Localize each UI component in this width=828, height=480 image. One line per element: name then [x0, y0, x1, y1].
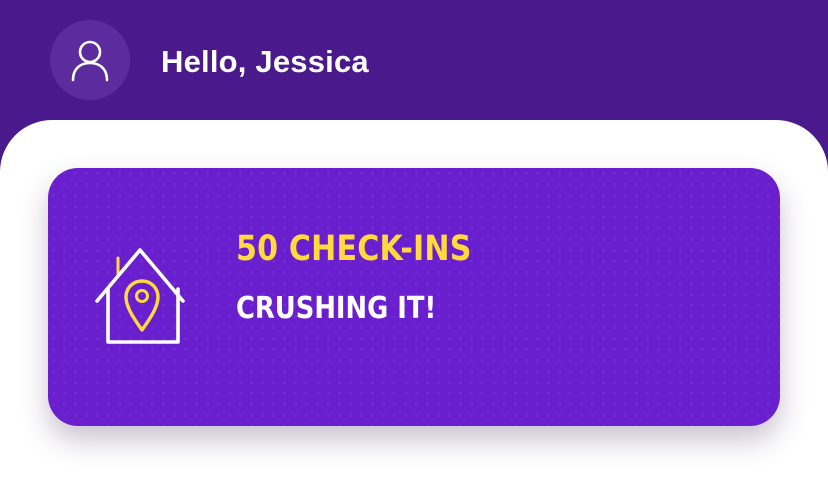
greeting-text: Hello, Jessica — [161, 44, 369, 79]
user-icon — [71, 40, 109, 82]
achievement-subtitle: CRUSHING IT! — [236, 291, 437, 326]
profile-avatar-button[interactable] — [50, 20, 130, 100]
house-location-pin-icon — [95, 248, 185, 344]
achievement-title: 50 CHECK-INS — [236, 229, 472, 269]
app-header: Hello, Jessica — [0, 0, 828, 140]
